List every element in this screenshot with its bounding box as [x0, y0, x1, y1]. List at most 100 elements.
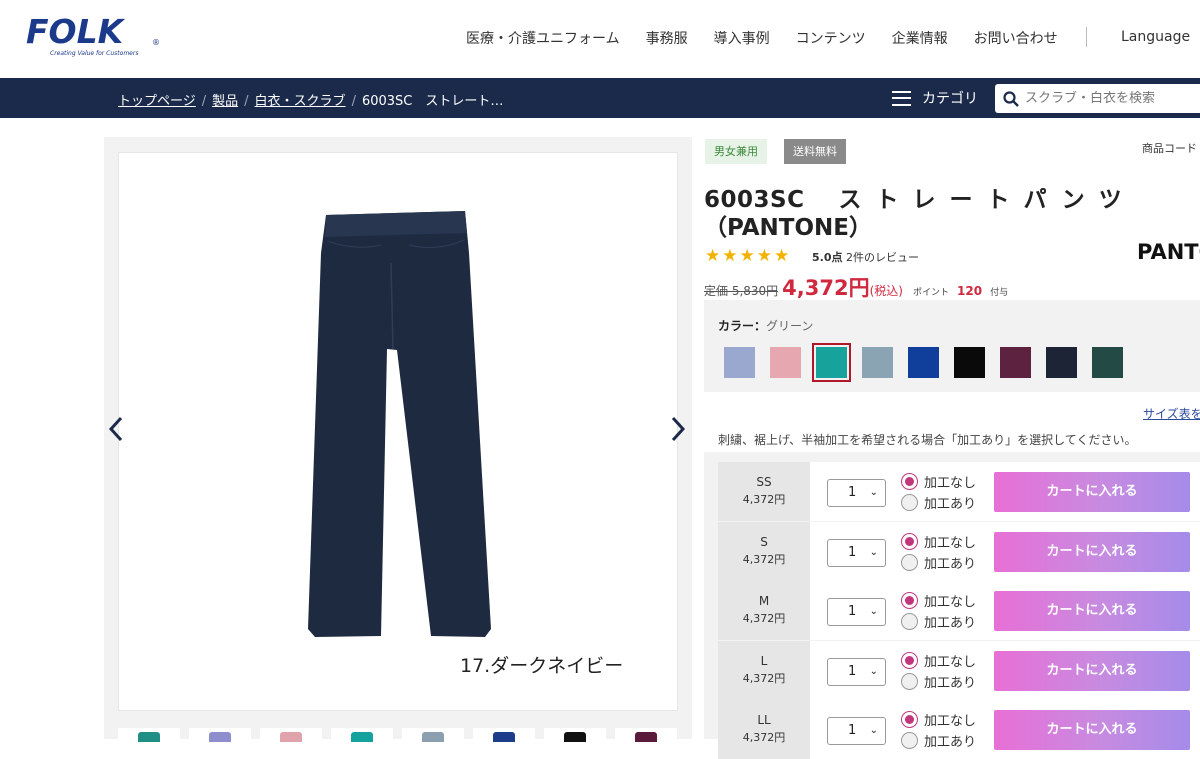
quantity-select[interactable]: 1 ⌄: [827, 598, 886, 626]
rating-summary: 5.0点 2件のレビュー: [812, 249, 919, 265]
radio-selected-icon[interactable]: [901, 473, 918, 490]
option-no-processing-label: 加工なし: [924, 655, 977, 670]
breadcrumb-scrubs[interactable]: 白衣・スクラブ: [255, 94, 346, 109]
radio-selected-icon[interactable]: [901, 592, 918, 609]
color-swatch[interactable]: [770, 347, 801, 378]
point-label: ポイント: [912, 288, 949, 298]
size-row: S 4,372円 1 ⌄ 加工なし 加工あり カートに入れる: [718, 522, 1200, 581]
option-no-processing[interactable]: 加工なし: [901, 532, 976, 551]
radio-unselected-icon[interactable]: [901, 613, 918, 630]
size-row: LL 4,372円 1 ⌄ 加工なし 加工あり カートに入れる: [718, 700, 1200, 759]
add-to-cart-button[interactable]: カートに入れる: [994, 532, 1190, 572]
folk-logo[interactable]: FOLK ® Creating Value for Customers: [26, 14, 160, 60]
chevron-down-icon: ⌄: [869, 547, 878, 558]
size-chart-link[interactable]: サイズ表を: [1143, 405, 1200, 422]
quantity-select[interactable]: 1 ⌄: [827, 539, 886, 567]
chevron-left-icon[interactable]: [108, 415, 124, 443]
color-swatch[interactable]: [724, 347, 755, 378]
gallery-thumbnail[interactable]: [473, 728, 535, 742]
color-swatch[interactable]: [954, 347, 985, 378]
color-swatch[interactable]: [862, 347, 893, 378]
gallery-thumbnail[interactable]: [118, 728, 180, 742]
size-cell: L 4,372円: [718, 641, 810, 700]
gallery-thumbnail[interactable]: [331, 728, 393, 742]
option-no-processing-label: 加工なし: [924, 714, 977, 729]
radio-unselected-icon[interactable]: [901, 732, 918, 749]
option-no-processing[interactable]: 加工なし: [901, 710, 976, 729]
color-label-key: カラー：: [718, 319, 767, 333]
breadcrumb-separator: /: [201, 94, 207, 109]
option-with-processing[interactable]: 加工あり: [901, 553, 976, 572]
breadcrumb-top[interactable]: トップページ: [118, 94, 196, 109]
brand-logo: PANTO: [1137, 240, 1200, 264]
quantity-select[interactable]: 1 ⌄: [827, 658, 886, 686]
gallery-thumbnail[interactable]: [615, 728, 677, 742]
size-name: M: [758, 594, 770, 608]
rating-value: 5.0点: [812, 251, 843, 264]
size-price: 4,372円: [742, 553, 786, 566]
gallery-thumbnail[interactable]: [260, 728, 322, 742]
option-with-processing-label: 加工あり: [924, 616, 977, 631]
chevron-right-icon[interactable]: [670, 415, 686, 443]
quantity-value: 1: [848, 545, 857, 560]
option-with-processing-label: 加工あり: [924, 557, 977, 572]
radio-selected-icon[interactable]: [901, 711, 918, 728]
option-with-processing[interactable]: 加工あり: [901, 672, 976, 691]
color-swatch[interactable]: [812, 343, 851, 382]
radio-unselected-icon[interactable]: [901, 554, 918, 571]
thumbnail-swatch: [564, 732, 586, 742]
size-row: M 4,372円 1 ⌄ 加工なし 加工あり カートに入れる: [718, 581, 1200, 640]
option-no-processing[interactable]: 加工なし: [901, 651, 976, 670]
add-to-cart-button[interactable]: カートに入れる: [994, 472, 1190, 512]
search-icon[interactable]: [1003, 90, 1019, 107]
color-swatch[interactable]: [1092, 347, 1123, 378]
thumbnail-swatch: [280, 732, 302, 742]
size-row: L 4,372円 1 ⌄ 加工なし加工あり カートに入れる: [718, 641, 1200, 700]
pants-image: [308, 211, 491, 637]
option-with-processing[interactable]: 加工あり: [901, 493, 976, 512]
site-header: FOLK ® Creating Value for Customers 医療・介…: [0, 0, 1200, 78]
add-to-cart-button[interactable]: カートに入れる: [994, 710, 1190, 750]
quantity-select[interactable]: 1 ⌄: [827, 479, 886, 507]
nav-item-contents[interactable]: コンテンツ: [796, 28, 866, 48]
radio-selected-icon[interactable]: [901, 652, 918, 669]
nav-item-company[interactable]: 企業情報: [892, 28, 948, 48]
add-to-cart-button[interactable]: カートに入れる: [994, 651, 1190, 691]
point-suffix: 付与: [990, 288, 1009, 298]
breadcrumb-products[interactable]: 製品: [212, 94, 238, 109]
option-no-processing[interactable]: 加工なし: [901, 472, 976, 491]
radio-selected-icon[interactable]: [901, 533, 918, 550]
color-swatch[interactable]: [1046, 347, 1077, 378]
search-input[interactable]: [1025, 91, 1195, 106]
breadcrumb-separator: /: [244, 94, 249, 109]
nav-item-contact[interactable]: お問い合わせ: [974, 28, 1058, 48]
nav-item-office[interactable]: 事務服: [646, 28, 688, 48]
size-row: SS 4,372円 1 ⌄ 加工なし 加工あり カートに入れる: [718, 462, 1200, 521]
color-swatch[interactable]: [908, 347, 939, 378]
unisex-tag: 男女兼用: [705, 139, 767, 164]
radio-unselected-icon[interactable]: [901, 494, 918, 511]
radio-unselected-icon[interactable]: [901, 673, 918, 690]
quantity-select[interactable]: 1 ⌄: [827, 717, 886, 745]
product-main-image[interactable]: [118, 152, 678, 711]
nav-item-medical[interactable]: 医療・介護ユニフォーム: [466, 28, 620, 48]
option-with-processing[interactable]: 加工あり: [901, 731, 976, 750]
gallery-thumbnail[interactable]: [402, 728, 464, 742]
selected-color-name: グリーン: [766, 319, 814, 333]
size-cell: S 4,372円: [718, 522, 810, 581]
hamburger-icon: [892, 90, 911, 106]
color-swatch[interactable]: [1000, 347, 1031, 378]
language-selector[interactable]: Language ⌵: [1121, 29, 1200, 45]
option-no-processing[interactable]: 加工なし: [901, 591, 976, 610]
language-label: Language: [1121, 29, 1191, 45]
add-to-cart-button[interactable]: カートに入れる: [994, 591, 1190, 631]
thumbnail-swatch: [138, 732, 160, 742]
nav-item-cases[interactable]: 導入事例: [714, 28, 770, 48]
gallery-thumbnail[interactable]: [544, 728, 606, 742]
size-name: SS: [756, 475, 772, 489]
size-name: L: [760, 654, 768, 668]
review-count-link[interactable]: 2件のレビュー: [846, 251, 919, 264]
gallery-thumbnail[interactable]: [189, 728, 251, 742]
option-with-processing[interactable]: 加工あり: [901, 612, 976, 631]
category-menu-button[interactable]: カテゴリ: [892, 88, 978, 108]
